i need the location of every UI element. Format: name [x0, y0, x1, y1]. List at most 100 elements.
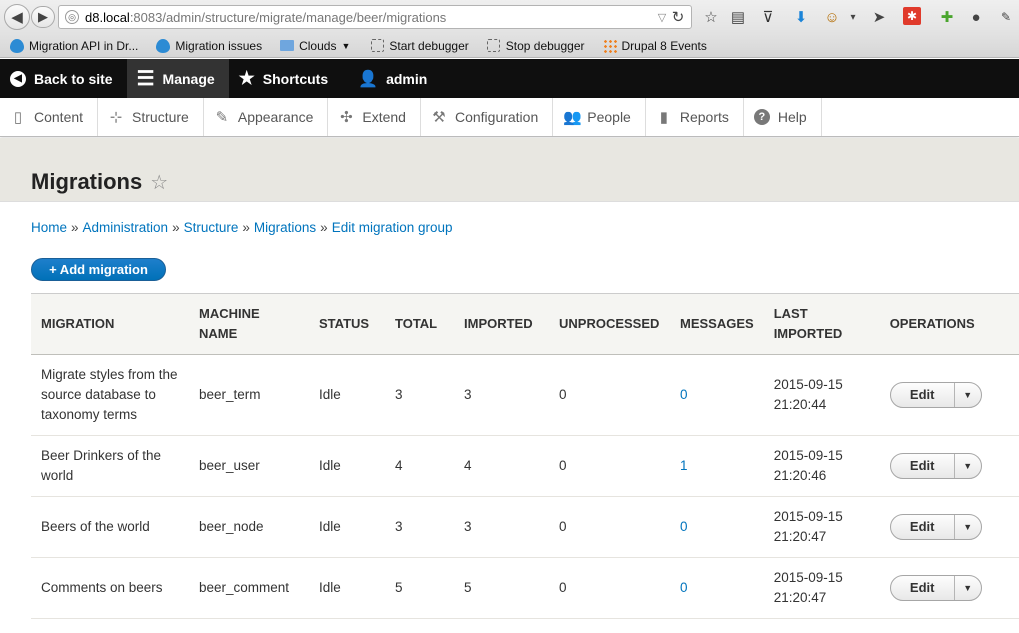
- last-imported: 2015-09-15 21:20:47: [763, 496, 880, 558]
- table-row: Beers of the world beer_node Idle 3 3 0 …: [31, 496, 1019, 558]
- imported: 3: [454, 496, 549, 558]
- tray-item-configuration[interactable]: ⚒ Configuration: [421, 98, 554, 136]
- breadcrumb-home[interactable]: Home: [31, 220, 67, 235]
- reload-icon[interactable]: ↻: [668, 7, 688, 27]
- edit-button[interactable]: Edit: [891, 515, 955, 539]
- bookmark-label: Drupal 8 Events: [621, 38, 707, 53]
- status: Idle: [309, 496, 385, 558]
- add-migration-button[interactable]: + Add migration: [31, 258, 166, 281]
- people-icon: 👥: [563, 109, 582, 126]
- messages-cell: 0: [670, 557, 764, 619]
- admin-toolbar: ◀ Back to site ☰ Manage ★ Shortcuts 👤 ad…: [0, 59, 1019, 98]
- dotted-grid-icon: [602, 38, 617, 53]
- admin-tray: ▯ Content ⊹ Structure ✎ Appearance ✣ Ext…: [0, 98, 1019, 137]
- messages-link[interactable]: 0: [680, 387, 688, 402]
- tray-label: Appearance: [237, 109, 314, 125]
- tray-label: Configuration: [454, 109, 539, 125]
- back-circle-icon: ◀: [10, 70, 26, 87]
- operations-dropbutton: Edit ▼: [889, 382, 982, 408]
- breadcrumb-administration[interactable]: Administration: [83, 220, 169, 235]
- status: Idle: [309, 354, 385, 436]
- tray-item-help[interactable]: ? Help: [744, 98, 822, 136]
- back-arrow-icon[interactable]: ◀: [4, 4, 30, 30]
- breadcrumb-edit-migration-group[interactable]: Edit migration group: [332, 220, 453, 235]
- send-icon[interactable]: ➤: [869, 7, 889, 27]
- site-info-icon[interactable]: ◎: [65, 10, 79, 24]
- imported: 4: [454, 435, 549, 497]
- extend-icon: ✣: [340, 109, 353, 126]
- url-input[interactable]: ◎ d8.local:8083/admin/structure/migrate/…: [58, 5, 692, 29]
- messages-link[interactable]: 0: [680, 519, 688, 534]
- shortcut-star-icon[interactable]: ☆: [150, 170, 168, 195]
- bookmark-folder[interactable]: Clouds ▼: [280, 39, 350, 53]
- operations-cell: Edit ▼: [879, 557, 1019, 619]
- column-header: MACHINE NAME: [189, 293, 309, 355]
- tray-item-content[interactable]: ▯ Content: [0, 98, 99, 136]
- bookmark-star-icon[interactable]: ☆: [701, 7, 721, 27]
- back-to-site-link[interactable]: ◀ Back to site: [0, 59, 127, 98]
- bookmark-item[interactable]: Migration API in Dr...: [10, 38, 138, 53]
- greasemonkey-icon[interactable]: ☺: [822, 7, 842, 27]
- status: Idle: [309, 557, 385, 619]
- total: 4: [385, 435, 454, 497]
- browser-toolbar: ◀ ▶ ◎ d8.local:8083/admin/structure/migr…: [0, 0, 1019, 34]
- chevron-down-icon[interactable]: ▼: [955, 576, 981, 600]
- url-host: d8.local: [85, 9, 130, 25]
- reading-list-icon[interactable]: ▤: [728, 7, 748, 27]
- chevron-down-icon[interactable]: ▼: [955, 454, 981, 478]
- addon-red-icon[interactable]: ✱: [903, 7, 921, 25]
- migration-label: Beer Drinkers of the world: [31, 435, 189, 497]
- unprocessed: 0: [549, 435, 670, 497]
- operations-dropbutton: Edit ▼: [889, 514, 982, 540]
- user-tab[interactable]: 👤 admin: [342, 59, 441, 98]
- operations-dropbutton: Edit ▼: [889, 575, 982, 601]
- bookmark-item[interactable]: Migration issues: [156, 38, 263, 53]
- overflow-addon-icon[interactable]: ✎: [996, 7, 1016, 27]
- migration-label: Comments on beers: [31, 557, 189, 619]
- tray-item-reports[interactable]: ▮ Reports: [646, 98, 744, 136]
- tray-item-structure[interactable]: ⊹ Structure: [98, 98, 204, 136]
- puzzle-addon-icon[interactable]: ✚: [937, 7, 957, 27]
- bookmark-label: Migration issues: [175, 38, 263, 53]
- edit-button[interactable]: Edit: [891, 454, 955, 478]
- tray-label: Reports: [679, 109, 729, 125]
- manage-tab[interactable]: ☰ Manage: [126, 59, 229, 98]
- messages-link[interactable]: 1: [680, 458, 688, 473]
- edit-button[interactable]: Edit: [891, 383, 955, 407]
- machine-name: beer_term: [189, 354, 309, 436]
- unprocessed: 0: [549, 496, 670, 558]
- tray-item-appearance[interactable]: ✎ Appearance: [204, 98, 329, 136]
- machine-name: beer_node: [189, 496, 309, 558]
- chevron-down-icon: ▼: [341, 40, 351, 51]
- forward-arrow-icon[interactable]: ▶: [31, 6, 55, 28]
- download-icon[interactable]: ⬇: [791, 7, 811, 27]
- chat-icon[interactable]: ●: [966, 7, 986, 27]
- column-header: IMPORTED: [454, 293, 549, 355]
- messages-link[interactable]: 0: [680, 580, 688, 595]
- shortcuts-tab[interactable]: ★ Shortcuts: [229, 59, 342, 98]
- bookmarks-bar: Migration API in Dr... Migration issues …: [0, 34, 1019, 58]
- machine-name: beer_user: [189, 435, 309, 497]
- reports-icon: ▮: [659, 109, 668, 126]
- bookmark-item[interactable]: Start debugger: [370, 39, 469, 53]
- breadcrumb-structure[interactable]: Structure: [184, 220, 239, 235]
- pocket-icon[interactable]: ⊽: [758, 7, 778, 27]
- chevron-down-icon[interactable]: ▼: [955, 515, 981, 539]
- breadcrumb-migrations[interactable]: Migrations: [254, 220, 316, 235]
- bookmark-item[interactable]: Drupal 8 Events: [602, 38, 707, 53]
- tray-item-extend[interactable]: ✣ Extend: [328, 98, 421, 136]
- edit-button[interactable]: Edit: [891, 576, 955, 600]
- last-imported: 2015-09-15 21:20:46: [763, 435, 880, 497]
- column-header: TOTAL: [385, 293, 454, 355]
- content-icon: ▯: [13, 109, 23, 126]
- tray-item-people[interactable]: 👥 People: [553, 98, 646, 136]
- total: 3: [385, 496, 454, 558]
- greasemonkey-menu-icon[interactable]: ▾: [843, 7, 863, 27]
- bookmark-item[interactable]: Stop debugger: [487, 39, 585, 53]
- chevron-down-icon[interactable]: ▼: [955, 383, 981, 407]
- tray-label: People: [587, 109, 631, 125]
- imported: 5: [454, 557, 549, 619]
- column-header: MIGRATION: [31, 293, 189, 355]
- migrations-table: MIGRATION MACHINE NAME STATUS TOTAL IMPO…: [31, 293, 1019, 619]
- operations-dropbutton: Edit ▼: [889, 453, 982, 479]
